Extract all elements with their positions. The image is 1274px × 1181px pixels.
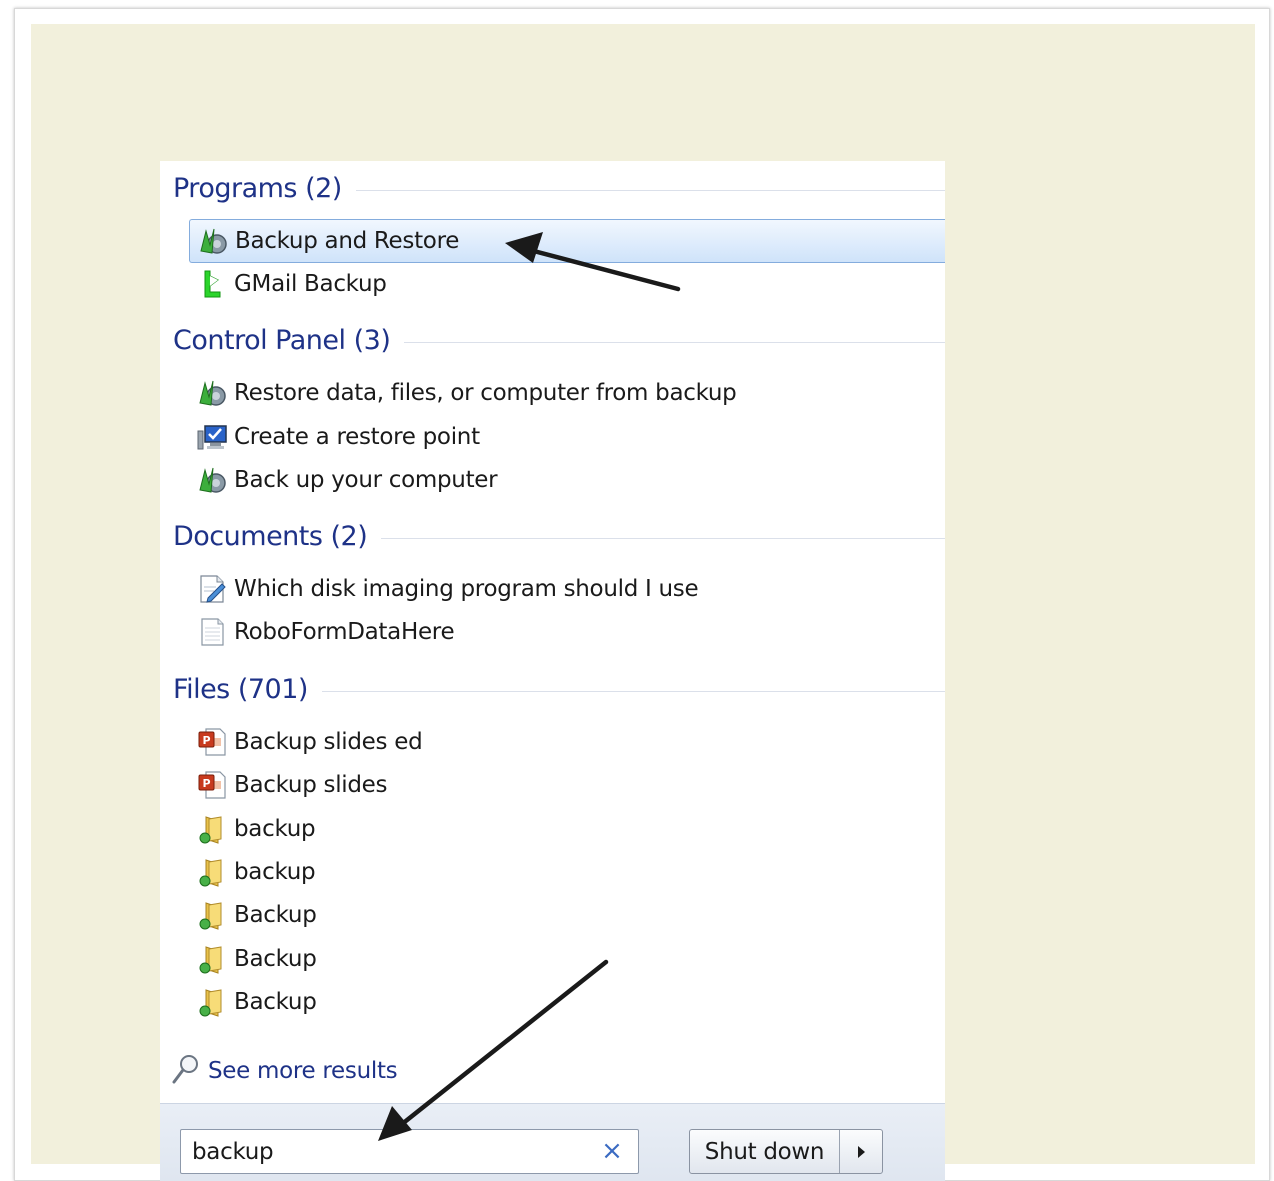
- group-title: Programs (2): [173, 172, 342, 204]
- folder-icon: [194, 811, 230, 847]
- result-item-folder-backup-5[interactable]: Backup: [189, 981, 945, 1023]
- result-label: Backup: [234, 902, 317, 928]
- search-magnifier-icon: [170, 1052, 202, 1090]
- backup-restore-icon: [195, 223, 231, 259]
- folder-icon: [194, 941, 230, 977]
- start-menu-bottom-bar: × Shut down: [160, 1103, 945, 1181]
- result-item-folder-backup-4[interactable]: Backup: [189, 938, 945, 980]
- folder-icon: [194, 897, 230, 933]
- powerpoint-file-icon: P: [194, 767, 230, 803]
- group-header-documents: Documents (2): [173, 519, 945, 553]
- start-menu-search-results: Programs (2) Backup and Restore GMail Ba…: [160, 161, 945, 1181]
- result-label: Backup slides ed: [234, 729, 423, 755]
- result-item-create-restore-point[interactable]: Create a restore point: [189, 416, 945, 458]
- folder-icon: [194, 854, 230, 890]
- chevron-right-icon[interactable]: [840, 1130, 882, 1173]
- result-item-backup-and-restore[interactable]: Backup and Restore: [189, 219, 945, 263]
- divider: [355, 189, 945, 191]
- group-title: Documents (2): [173, 520, 368, 552]
- group-header-programs: Programs (2): [173, 171, 945, 205]
- divider: [404, 341, 945, 343]
- result-item-folder-backup-3[interactable]: Backup: [189, 894, 945, 936]
- result-label: Back up your computer: [234, 467, 498, 493]
- search-input[interactable]: [181, 1130, 591, 1173]
- result-label: Restore data, files, or computer from ba…: [234, 380, 737, 406]
- shutdown-button-group: Shut down: [689, 1129, 883, 1174]
- result-label: backup: [234, 816, 316, 842]
- result-item-roboform[interactable]: RoboFormDataHere: [189, 611, 945, 653]
- powerpoint-file-icon: P: [194, 724, 230, 760]
- result-item-folder-backup-2[interactable]: backup: [189, 851, 945, 893]
- backup-restore-icon: [194, 462, 230, 498]
- divider: [381, 537, 945, 539]
- system-monitor-icon: [194, 419, 230, 455]
- group-header-control-panel: Control Panel (3): [173, 323, 945, 357]
- result-item-disk-imaging-doc[interactable]: Which disk imaging program should I use: [189, 568, 945, 610]
- backup-restore-icon: [194, 375, 230, 411]
- clear-x-icon[interactable]: ×: [600, 1138, 624, 1164]
- result-label: RoboFormDataHere: [234, 619, 455, 645]
- text-document-icon: [194, 614, 230, 650]
- search-box: ×: [180, 1129, 639, 1174]
- gmail-backup-icon: [194, 266, 230, 302]
- group-header-files: Files (701): [173, 672, 945, 706]
- result-item-backup-slides-ed[interactable]: P Backup slides ed: [189, 721, 945, 763]
- result-label: backup: [234, 859, 316, 885]
- folder-icon: [194, 984, 230, 1020]
- result-label: GMail Backup: [234, 271, 387, 297]
- result-label: Backup: [234, 989, 317, 1015]
- result-label: Backup: [234, 946, 317, 972]
- result-item-gmail-backup[interactable]: GMail Backup: [189, 263, 945, 305]
- group-title: Files (701): [173, 673, 308, 705]
- svg-text:P: P: [202, 734, 210, 747]
- result-label: Backup and Restore: [235, 228, 460, 254]
- result-label: Create a restore point: [234, 424, 480, 450]
- result-label: Which disk imaging program should I use: [234, 576, 699, 602]
- result-item-back-up-computer[interactable]: Back up your computer: [189, 459, 945, 501]
- result-item-backup-slides[interactable]: P Backup slides: [189, 764, 945, 806]
- document-edit-icon: [194, 571, 230, 607]
- group-title: Control Panel (3): [173, 324, 391, 356]
- result-item-folder-backup-1[interactable]: backup: [189, 808, 945, 850]
- shutdown-button[interactable]: Shut down: [690, 1130, 840, 1173]
- svg-text:P: P: [202, 777, 210, 790]
- result-item-restore-data[interactable]: Restore data, files, or computer from ba…: [189, 372, 945, 414]
- divider: [321, 690, 945, 692]
- result-label: Backup slides: [234, 772, 388, 798]
- see-more-label: See more results: [208, 1058, 398, 1084]
- see-more-results-link[interactable]: See more results: [170, 1051, 398, 1091]
